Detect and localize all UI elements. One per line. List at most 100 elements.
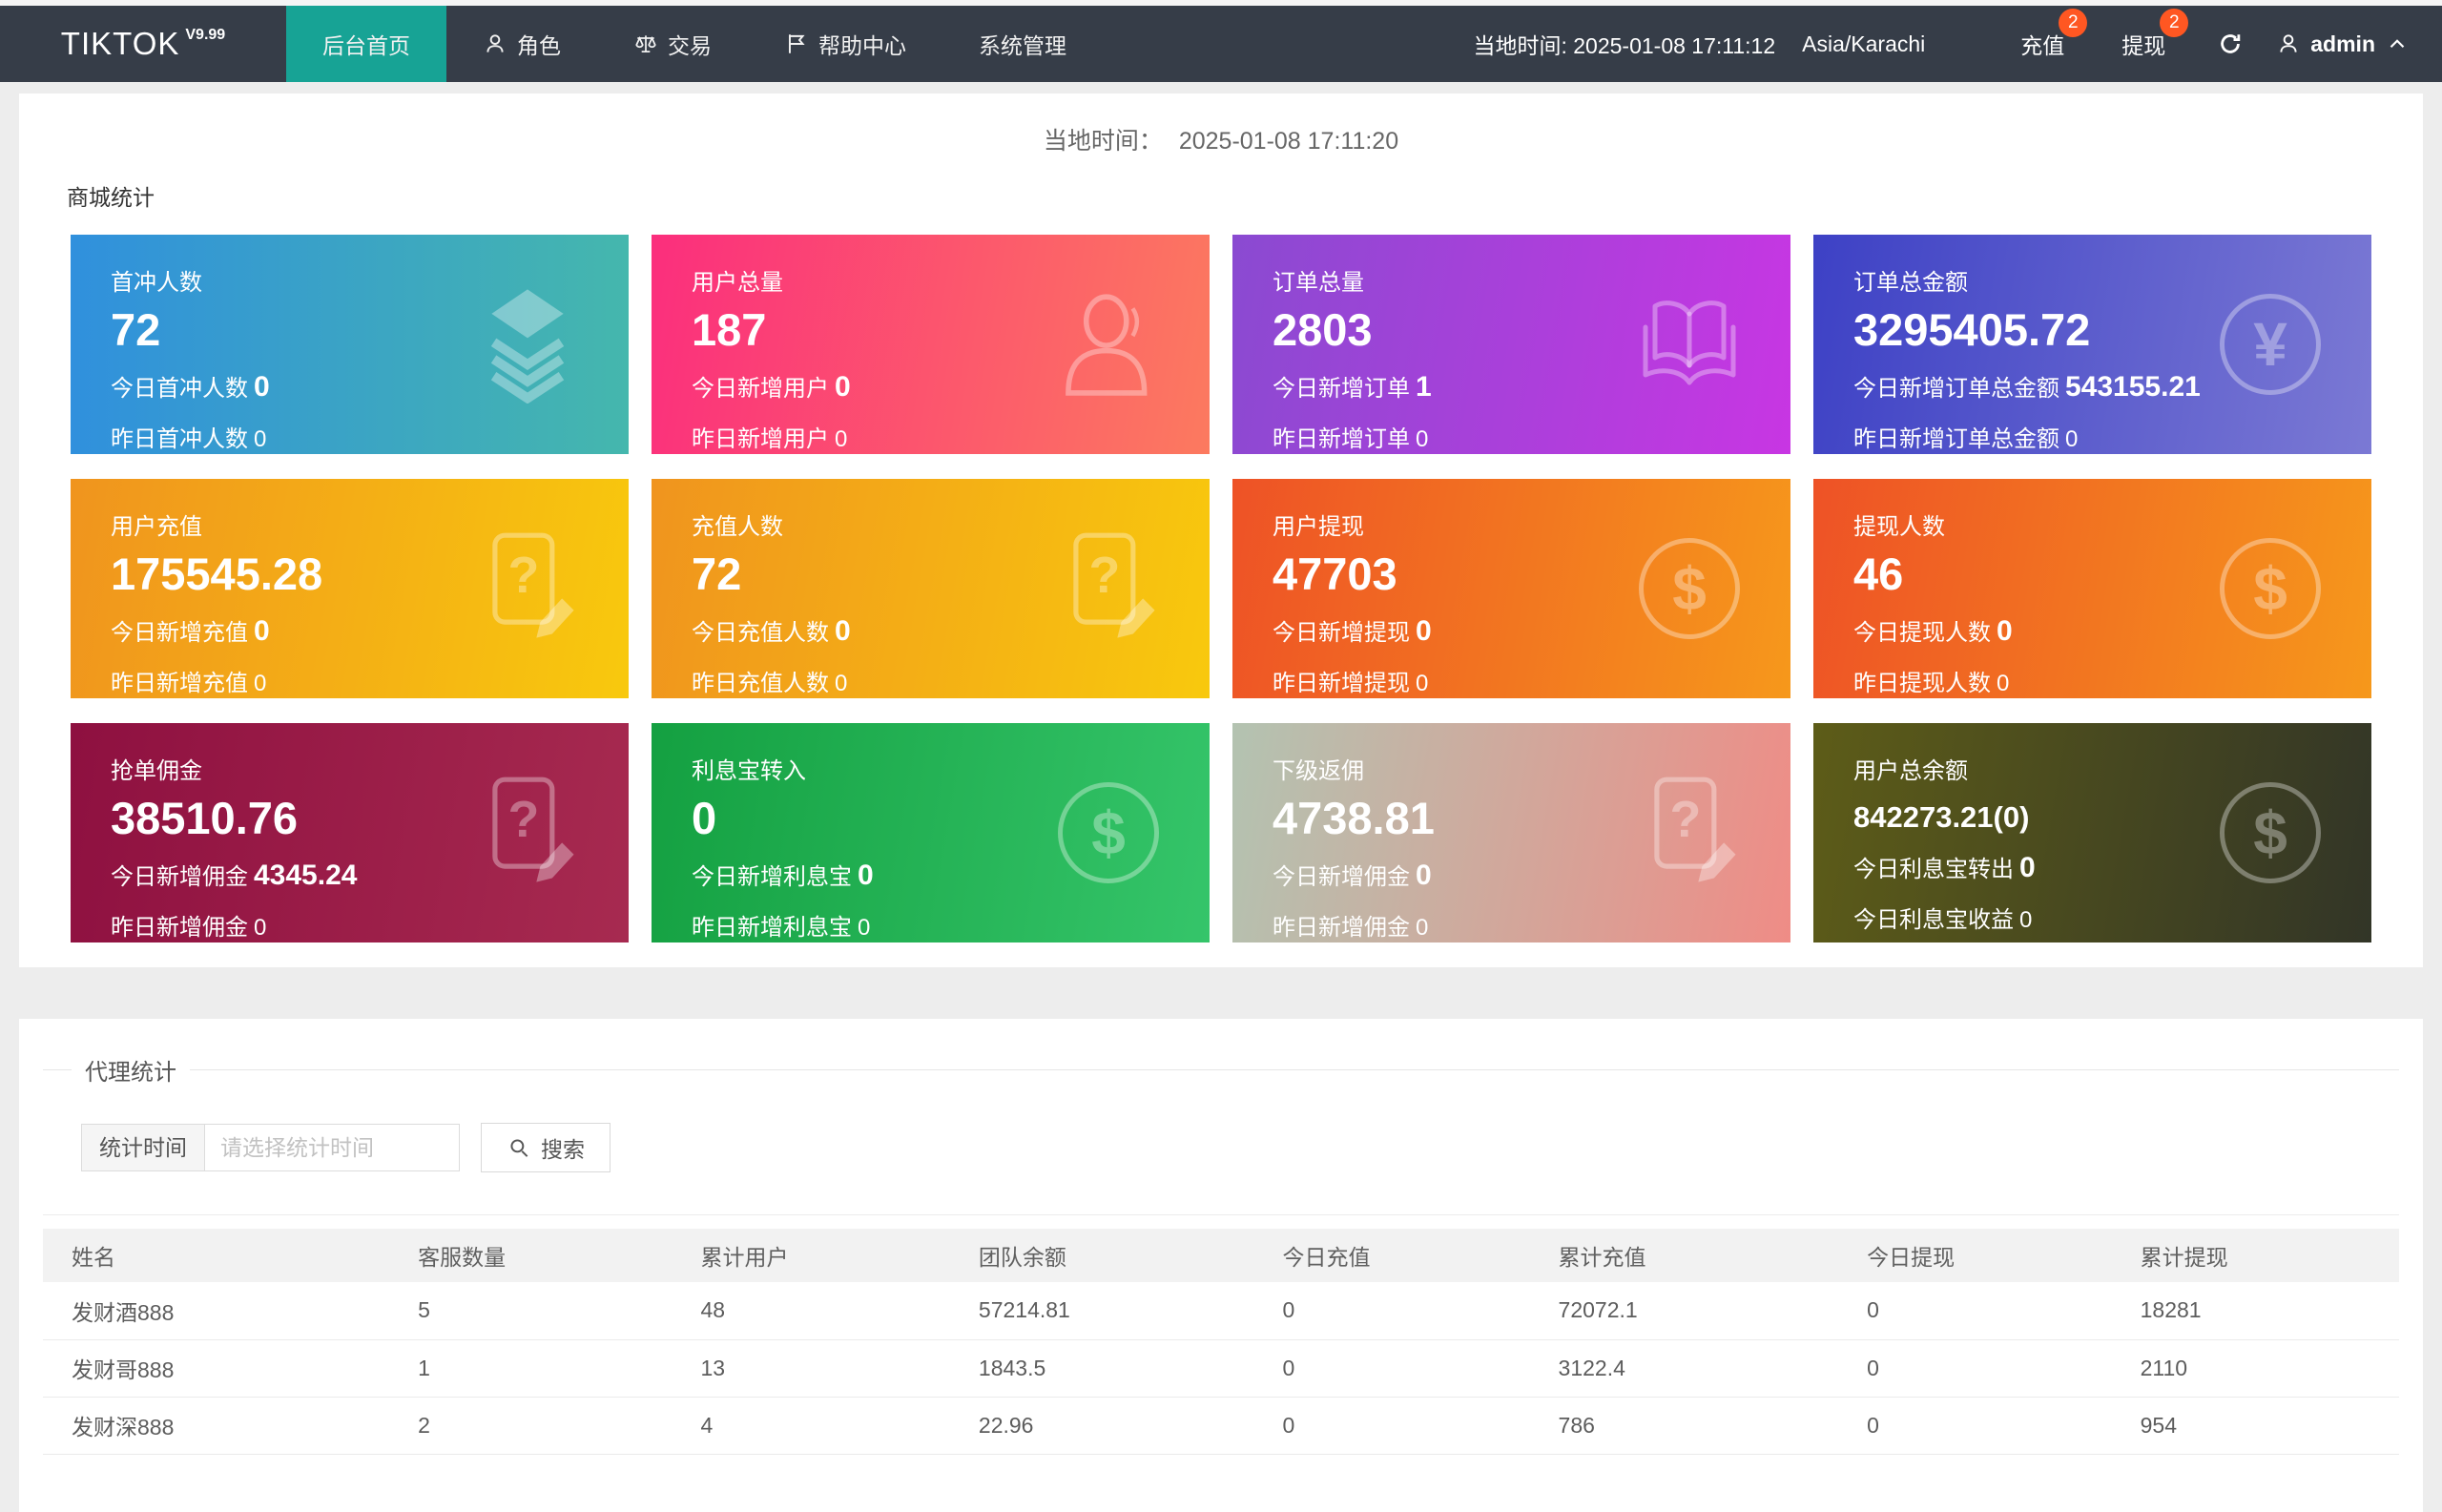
cell: 0 xyxy=(1838,1397,2112,1455)
stat-card-total-user-balance: 用户总余额 842273.21(0) 今日利息宝转出 0 今日利息宝收益 0 $ xyxy=(1813,723,2371,942)
doc-question-icon: ? xyxy=(470,774,585,892)
dollar-circle-icon: $ xyxy=(2213,529,2328,648)
legend-title: 代理统计 xyxy=(85,1060,176,1086)
card-line-label: 今日新增用户 xyxy=(692,376,829,403)
refresh-icon[interactable] xyxy=(2217,31,2244,57)
card-line-value: 4345.24 xyxy=(254,860,358,892)
nav-item-label: 角色 xyxy=(517,33,561,58)
stat-card-grid: 首冲人数 72 今日首冲人数 0 昨日首冲人数 0 用户总量 187 今日新增用户 0… xyxy=(71,235,2371,942)
dollar-circle-icon: $ xyxy=(1051,774,1166,892)
card-line-value: 0 xyxy=(2019,851,2036,883)
filter-label: 统计时间 xyxy=(81,1124,204,1171)
layers-icon xyxy=(470,285,585,404)
card-line-label: 今日首冲人数 xyxy=(111,376,248,403)
cell: 57214.81 xyxy=(949,1282,1254,1340)
stat-card-grab-commission: 抢单佣金 38510.76 今日新增佣金 4345.24 昨日新增佣金 0 ? xyxy=(71,723,629,942)
card-line-value: 0 xyxy=(254,426,267,453)
recharge-label: 充值 xyxy=(2020,33,2065,58)
cell: 2110 xyxy=(2111,1339,2399,1398)
table-row: 发财酒888 5 48 57214.81 0 72072.1 0 18281 xyxy=(43,1282,2399,1340)
stat-card-interest-transfer-in: 利息宝转入 0 今日新增利息宝 0 昨日新增利息宝 0 $ xyxy=(652,723,1210,942)
card-line-label: 昨日提现人数 xyxy=(1853,671,1991,697)
cell: 5 xyxy=(389,1282,673,1340)
cell: 954 xyxy=(2111,1397,2399,1455)
card-line-label: 昨日新增提现 xyxy=(1273,671,1410,697)
table-header-row: 姓名 客服数量 累计用户 团队余额 今日充值 累计充值 今日提现 累计提现 xyxy=(43,1229,2399,1282)
card-line-label: 昨日新增利息宝 xyxy=(692,915,852,942)
open-book-icon xyxy=(1632,285,1747,404)
divider xyxy=(43,1214,2399,1215)
cell: 1 xyxy=(389,1339,673,1398)
nav-item-label: 帮助中心 xyxy=(818,33,906,58)
cell: 发财酒888 xyxy=(43,1282,390,1340)
svg-text:?: ? xyxy=(1669,791,1701,848)
nav-item-system[interactable]: 系统管理 xyxy=(942,6,1103,82)
card-line-label: 今日充值人数 xyxy=(692,620,829,647)
user-menu[interactable]: admin xyxy=(2276,31,2410,57)
stat-card-sub-rebate: 下级返佣 4738.81 今日新增佣金 0 昨日新增佣金 0 ? xyxy=(1232,723,1790,942)
yen-circle-icon: ¥ xyxy=(2213,285,2328,404)
cell: 72072.1 xyxy=(1529,1282,1839,1340)
dollar-circle-icon: $ xyxy=(1632,529,1747,648)
cell: 0 xyxy=(1838,1282,2112,1340)
card-line-label: 今日新增提现 xyxy=(1273,620,1410,647)
brand-name: TIKTOK xyxy=(60,26,180,61)
doc-question-icon: ? xyxy=(470,529,585,648)
card-line-value: 0 xyxy=(835,426,848,453)
doc-question-icon: ? xyxy=(1632,774,1747,892)
card-line-value: 0 xyxy=(254,615,270,648)
person-icon xyxy=(483,31,507,56)
person-icon xyxy=(2276,31,2301,56)
stat-card-first-charge-users: 首冲人数 72 今日首冲人数 0 昨日首冲人数 0 xyxy=(71,235,629,454)
brand-logo[interactable]: TIKTOK V9.99 xyxy=(0,6,286,82)
col-header: 累计充值 xyxy=(1529,1229,1839,1282)
card-line-value: 0 xyxy=(1997,615,2013,648)
card-line-value: 0 xyxy=(1997,671,2010,697)
nav-item-home[interactable]: 后台首页 xyxy=(286,6,446,82)
recharge-button[interactable]: 充值 2 xyxy=(2020,9,2088,60)
card-line-label: 今日新增利息宝 xyxy=(692,864,852,891)
cell: 2 xyxy=(389,1397,673,1455)
nav-item-roles[interactable]: 角色 xyxy=(446,6,597,82)
card-line-label: 昨日新增订单总金额 xyxy=(1853,426,2059,453)
chevron-up-icon xyxy=(2385,31,2410,56)
nav-item-label: 后台首页 xyxy=(322,33,410,58)
withdraw-button[interactable]: 提现 2 xyxy=(2121,9,2189,60)
col-header: 团队余额 xyxy=(949,1229,1254,1282)
card-line-label: 昨日新增用户 xyxy=(692,426,829,453)
col-header: 今日提现 xyxy=(1838,1229,2112,1282)
nav-item-help-center[interactable]: 帮助中心 xyxy=(748,6,942,82)
search-icon xyxy=(507,1135,531,1160)
fieldset-legend: 代理统计 xyxy=(43,1053,2399,1087)
cell: 0 xyxy=(1253,1339,1530,1398)
card-line-label: 昨日首冲人数 xyxy=(111,426,248,453)
withdraw-badge: 2 xyxy=(2160,9,2189,37)
search-button[interactable]: 搜索 xyxy=(481,1123,610,1172)
card-line-label: 昨日充值人数 xyxy=(692,671,829,697)
cell: 0 xyxy=(1253,1397,1530,1455)
card-line-value: 0 xyxy=(2019,906,2033,933)
card-line-value: 0 xyxy=(1416,426,1429,453)
nav-item-trade[interactable]: 交易 xyxy=(597,6,748,82)
legend-line xyxy=(43,1069,72,1070)
nav-item-label: 交易 xyxy=(668,33,712,58)
card-line-value: 0 xyxy=(858,915,871,942)
brand-version: V9.99 xyxy=(185,27,226,43)
stat-card-total-order-amount: 订单总金额 3295405.72 今日新增订单总金额 543155.21 昨日新增… xyxy=(1813,235,2371,454)
withdraw-label: 提现 xyxy=(2121,33,2166,58)
card-line-value: 0 xyxy=(1416,915,1429,942)
stat-card-withdraw-users: 提现人数 46 今日提现人数 0 昨日提现人数 0 $ xyxy=(1813,479,2371,698)
col-header: 累计提现 xyxy=(2111,1229,2399,1282)
col-header: 客服数量 xyxy=(389,1229,673,1282)
card-line-label: 昨日新增充值 xyxy=(111,671,248,697)
svg-text:?: ? xyxy=(1088,547,1120,604)
stat-time-input[interactable] xyxy=(204,1124,460,1171)
flag-icon xyxy=(784,31,809,56)
agent-table: 姓名 客服数量 累计用户 团队余额 今日充值 累计充值 今日提现 累计提现 发财… xyxy=(43,1229,2399,1455)
card-line-label: 昨日新增佣金 xyxy=(111,915,248,942)
overview-panel: 当地时间： 2025-01-08 17:11:20 商城统计 首冲人数 72 今… xyxy=(19,93,2423,967)
stat-card-user-withdraw: 用户提现 47703 今日新增提现 0 昨日新增提现 0 $ xyxy=(1232,479,1790,698)
svg-text:?: ? xyxy=(507,791,539,848)
cell: 48 xyxy=(672,1282,950,1340)
cell: 1843.5 xyxy=(949,1339,1254,1398)
